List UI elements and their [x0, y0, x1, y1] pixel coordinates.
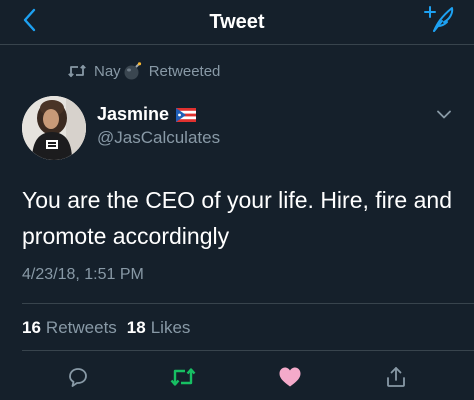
author-name[interactable]: Jasmine [97, 104, 197, 125]
author-display-name: Jasmine [97, 104, 170, 124]
top-bar: Tweet [0, 0, 474, 45]
share-icon [384, 365, 408, 394]
reply-icon [66, 365, 90, 394]
retweet-context[interactable]: Nay Retweeted [68, 60, 220, 82]
reply-button[interactable] [62, 364, 94, 394]
retweets-count: 16 [22, 318, 41, 337]
page-title: Tweet [209, 11, 265, 33]
like-button[interactable] [274, 364, 306, 394]
retweet-icon [170, 366, 196, 393]
likes-label: Likes [150, 318, 191, 337]
chevron-down-icon [437, 106, 451, 124]
likes-stat[interactable]: 18 Likes [127, 318, 191, 338]
author-handle[interactable]: @JasCalculates [97, 128, 220, 148]
retweet-icon [68, 64, 86, 78]
heart-icon [278, 366, 302, 393]
retweeter-name: Nay [94, 62, 121, 80]
bomb-icon [123, 61, 143, 81]
divider [22, 303, 474, 304]
tweet-options-button[interactable] [434, 105, 454, 125]
share-button[interactable] [380, 364, 412, 394]
retweets-label: Retweets [45, 318, 117, 337]
tweet-stats: 16 Retweets 18 Likes [22, 318, 200, 338]
retweeted-label: Retweeted [148, 62, 221, 80]
likes-count: 18 [126, 318, 146, 337]
tweet-timestamp[interactable]: 4/23/18, 1:51 PM [22, 266, 144, 284]
tweet-actions [0, 362, 474, 396]
compose-tweet-icon [422, 4, 456, 39]
puerto-rico-flag-icon [176, 107, 197, 122]
divider [22, 350, 474, 351]
tweet-text: You are the CEO of your life. Hire, fire… [22, 187, 452, 249]
compose-tweet-button[interactable] [422, 4, 456, 39]
retweet-button[interactable] [167, 364, 199, 394]
retweets-stat[interactable]: 16 Retweets [22, 318, 117, 338]
avatar[interactable] [22, 96, 86, 160]
